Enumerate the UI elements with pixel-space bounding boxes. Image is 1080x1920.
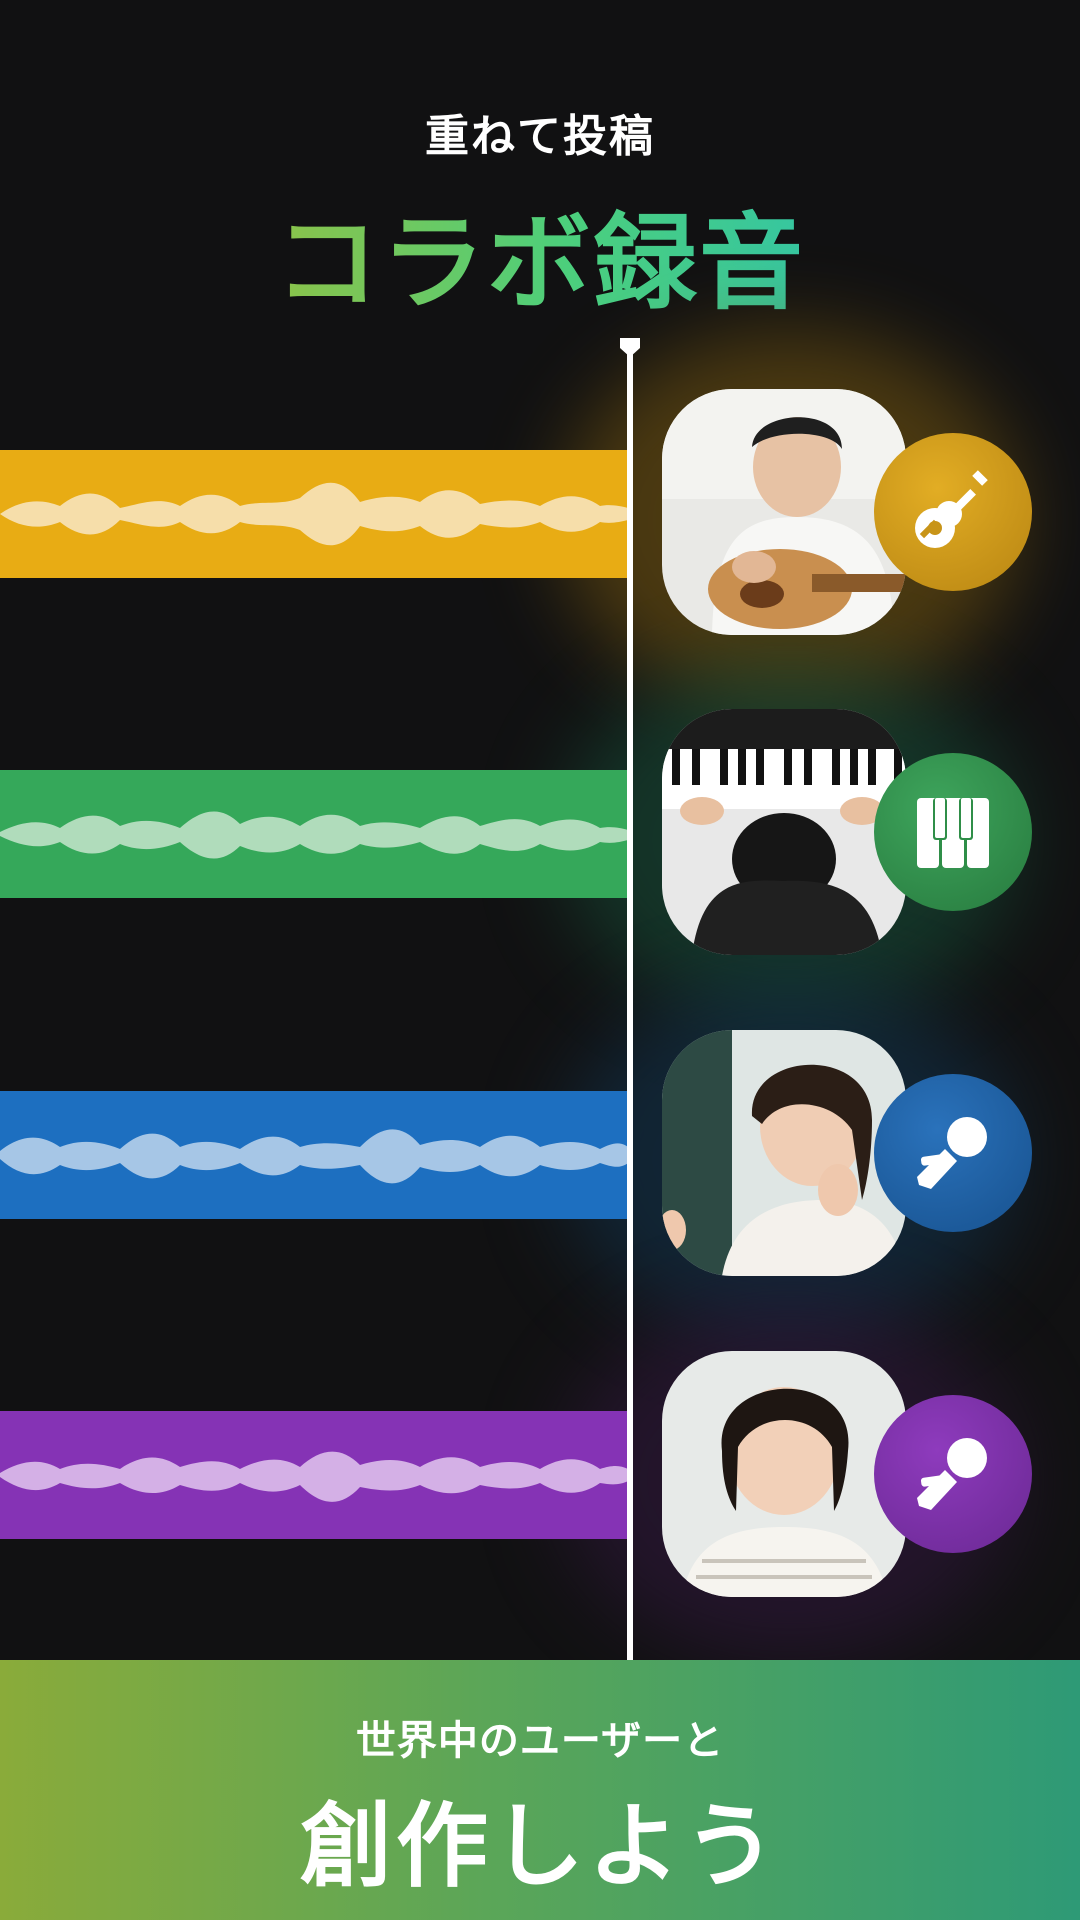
microphone-icon	[917, 1438, 987, 1510]
waveform-vocal-2	[0, 1451, 628, 1502]
track-guitar[interactable]	[0, 450, 628, 578]
playhead-marker-icon[interactable]	[618, 336, 642, 358]
badge-vocal-2	[874, 1395, 1032, 1553]
singer-1-photo	[662, 1030, 906, 1276]
singer-2-photo	[662, 1351, 906, 1597]
track-vocal-1[interactable]	[0, 1091, 628, 1219]
footer-banner: 世界中のユーザーと 創作しよう	[0, 1660, 1080, 1920]
badge-guitar	[874, 433, 1032, 591]
waveform-vocal-1	[0, 1129, 628, 1184]
waveform-guitar	[0, 482, 628, 546]
badge-piano	[874, 753, 1032, 911]
waveform-piano	[0, 811, 628, 859]
avatar-singer-1	[662, 1030, 906, 1276]
track-piano[interactable]	[0, 770, 628, 898]
avatar-guitarist	[662, 389, 906, 635]
avatar-pianist	[662, 709, 906, 955]
badge-vocal-1	[874, 1074, 1032, 1232]
playhead-line[interactable]	[627, 350, 633, 1660]
avatar-singer-2	[662, 1351, 906, 1597]
page-title: コラボ録音	[0, 178, 1080, 329]
pianist-photo	[662, 709, 906, 955]
footer-subtitle: 世界中のユーザーと	[355, 1718, 725, 1764]
microphone-icon	[917, 1117, 987, 1189]
header-subtitle: 重ねて投稿	[425, 111, 655, 162]
guitarist-photo	[662, 389, 906, 635]
track-vocal-2[interactable]	[0, 1411, 628, 1539]
guitar-icon	[915, 470, 988, 548]
piano-keys-icon	[917, 798, 989, 868]
page-title-text: コラボ録音	[274, 202, 805, 324]
footer-title: 創作しよう	[299, 1793, 780, 1900]
